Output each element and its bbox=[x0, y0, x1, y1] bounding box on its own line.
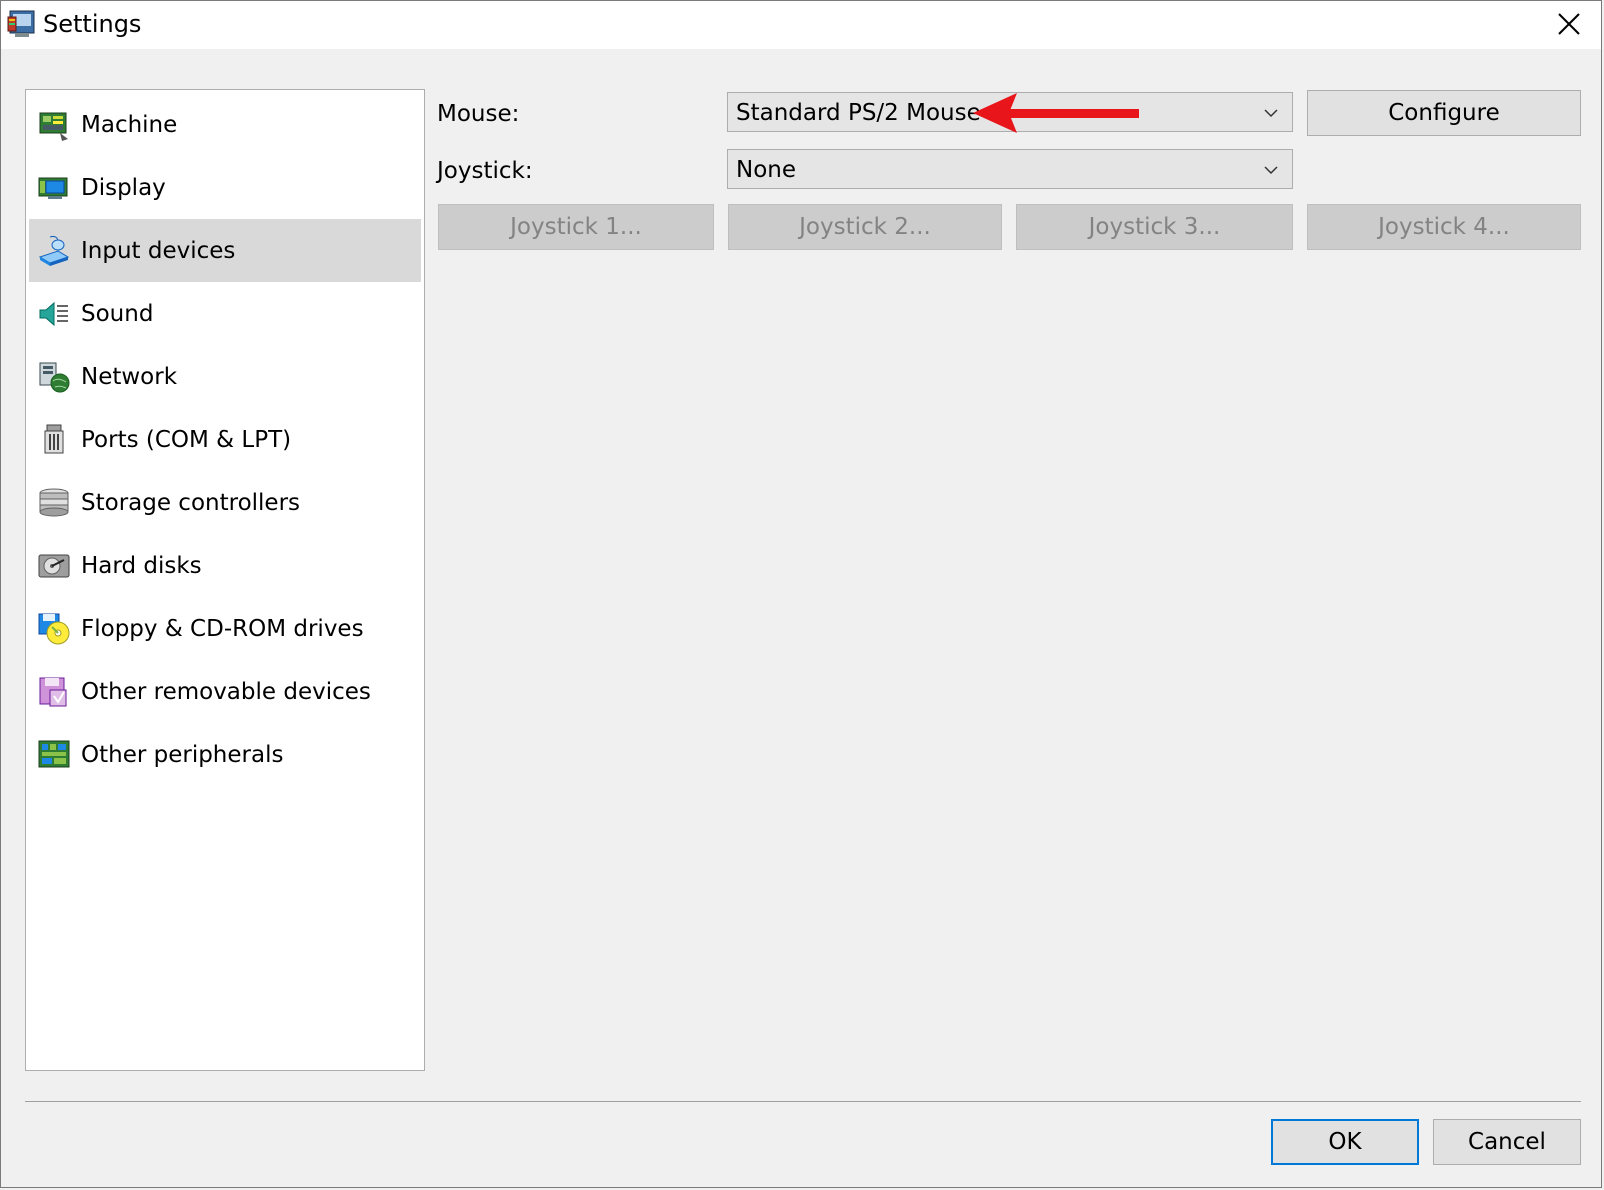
nav-label: Hard disks bbox=[81, 552, 202, 579]
display-icon bbox=[38, 177, 68, 199]
nav-item-other-peripherals[interactable]: Other peripherals bbox=[29, 723, 421, 786]
nav-item-input-devices[interactable]: Input devices bbox=[29, 219, 421, 282]
nav-item-sound[interactable]: Sound bbox=[29, 282, 421, 345]
settings-window: Settings Machine Display Input devices S… bbox=[0, 0, 1602, 1188]
joystick-4-button[interactable]: Joystick 4... bbox=[1307, 204, 1581, 250]
ports-icon bbox=[44, 424, 64, 453]
close-icon bbox=[1558, 13, 1580, 35]
nav-item-storage-controllers[interactable]: Storage controllers bbox=[29, 471, 421, 534]
mouse-select-value: Standard PS/2 Mouse bbox=[736, 100, 981, 126]
title-bar: Settings bbox=[1, 1, 1601, 49]
input-devices-icon bbox=[38, 235, 70, 266]
nav-item-display[interactable]: Display bbox=[29, 156, 421, 219]
nav-label: Other removable devices bbox=[81, 678, 371, 705]
nav-item-hard-disks[interactable]: Hard disks bbox=[29, 534, 421, 597]
peripherals-icon bbox=[38, 740, 70, 767]
nav-item-floppy-cdrom[interactable]: Floppy & CD-ROM drives bbox=[29, 597, 421, 660]
ok-button[interactable]: OK bbox=[1271, 1119, 1419, 1165]
hard-disk-icon bbox=[38, 554, 70, 577]
annotation-arrow-icon bbox=[973, 93, 1139, 133]
nav-label: Storage controllers bbox=[81, 489, 301, 516]
close-button[interactable] bbox=[1537, 1, 1601, 47]
nav-label: Ports (COM & LPT) bbox=[81, 426, 292, 453]
nav-item-network[interactable]: Network bbox=[29, 345, 421, 408]
nav-label: Other peripherals bbox=[81, 741, 284, 768]
chevron-down-icon bbox=[1264, 109, 1278, 118]
nav-item-machine[interactable]: Machine bbox=[29, 93, 421, 156]
window-title: Settings bbox=[43, 10, 142, 38]
joystick-select[interactable]: None bbox=[727, 149, 1293, 189]
nav-label: Sound bbox=[81, 300, 154, 327]
nav-item-other-removable[interactable]: Other removable devices bbox=[29, 660, 421, 723]
cancel-button[interactable]: Cancel bbox=[1433, 1119, 1581, 1165]
joystick-2-button[interactable]: Joystick 2... bbox=[728, 204, 1002, 250]
settings-category-list[interactable]: Machine Display Input devices Sound Netw… bbox=[25, 89, 425, 1071]
footer-divider bbox=[25, 1101, 1581, 1102]
storage-controllers-icon bbox=[39, 488, 69, 516]
nav-label: Machine bbox=[81, 111, 178, 138]
nav-label: Network bbox=[81, 363, 178, 390]
settings-app-icon bbox=[7, 10, 35, 37]
nav-label: Display bbox=[81, 174, 166, 201]
machine-icon bbox=[39, 112, 68, 141]
joystick-3-button[interactable]: Joystick 3... bbox=[1016, 204, 1293, 250]
floppy-cdrom-icon bbox=[38, 613, 70, 644]
joystick-label: Joystick: bbox=[437, 158, 533, 184]
mouse-label: Mouse: bbox=[437, 101, 520, 127]
joystick-1-button[interactable]: Joystick 1... bbox=[438, 204, 714, 250]
configure-button[interactable]: Configure bbox=[1307, 90, 1581, 136]
network-icon bbox=[39, 362, 70, 392]
nav-label: Floppy & CD-ROM drives bbox=[81, 615, 364, 642]
sound-icon bbox=[39, 301, 68, 326]
joystick-select-value: None bbox=[736, 157, 797, 183]
nav-label: Input devices bbox=[81, 237, 236, 264]
nav-item-ports[interactable]: Ports (COM & LPT) bbox=[29, 408, 421, 471]
removable-devices-icon bbox=[39, 677, 67, 706]
chevron-down-icon bbox=[1264, 166, 1278, 175]
